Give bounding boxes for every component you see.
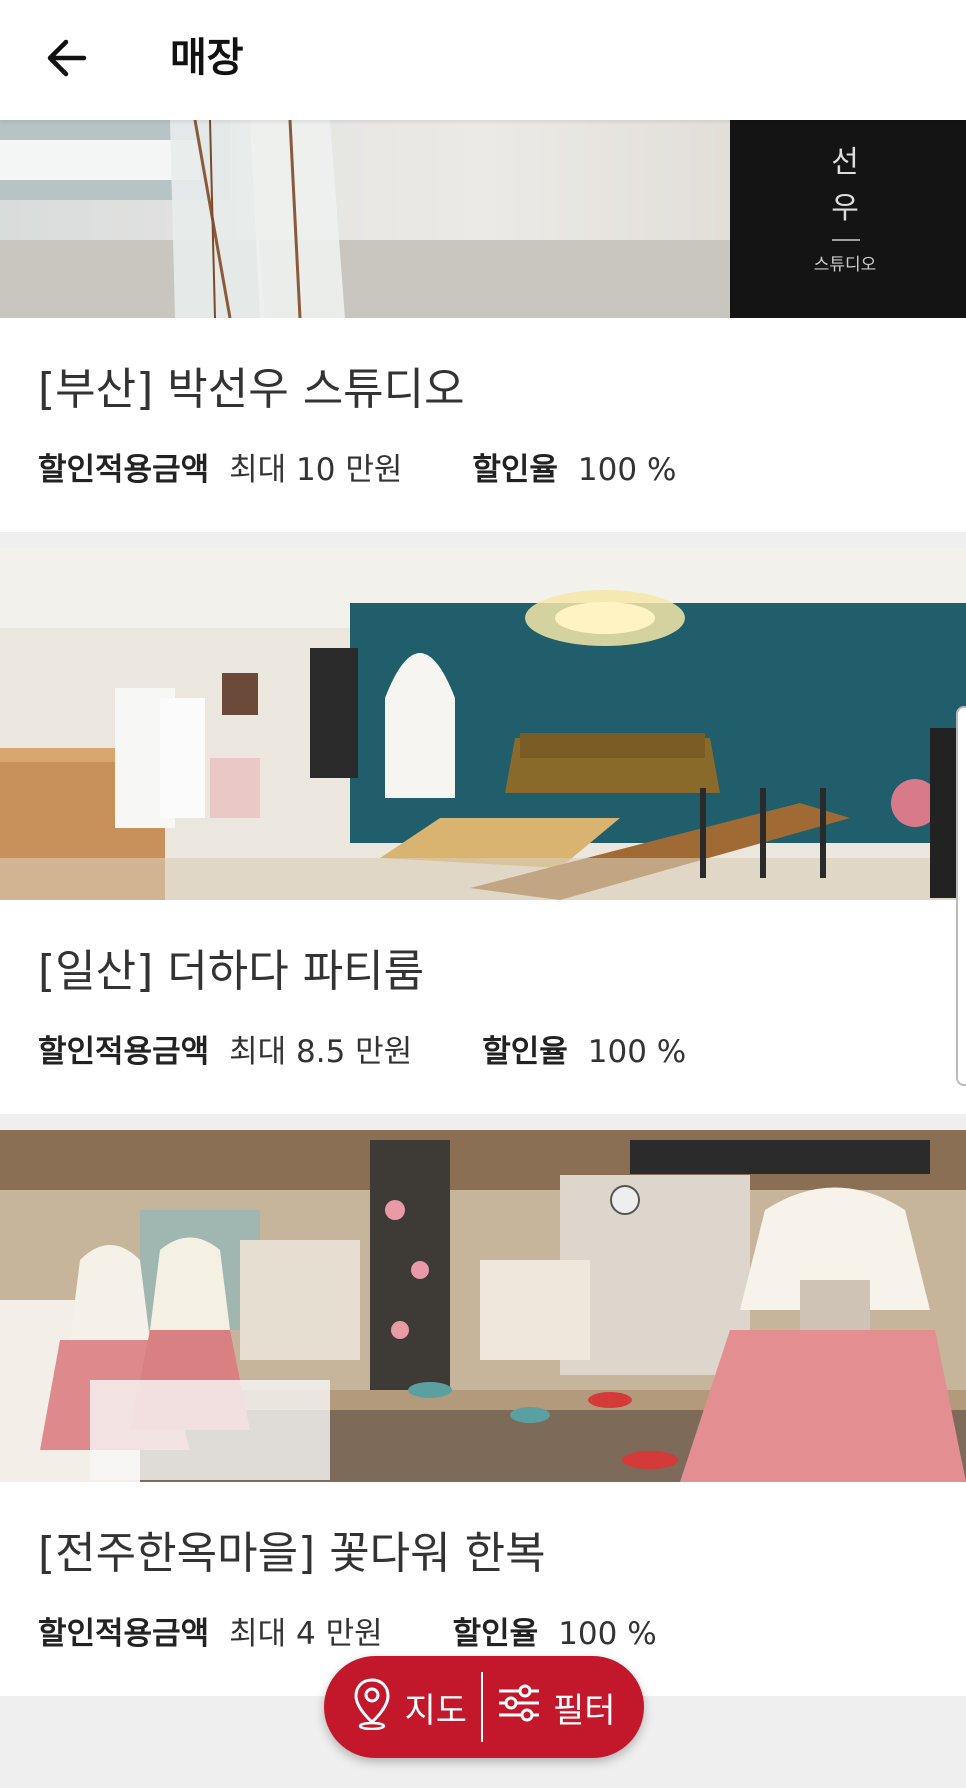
discount-amount-label: 할인적용금액 bbox=[38, 1616, 210, 1652]
filter-button-label: 필터 bbox=[553, 1690, 616, 1731]
store-title: [일산] 더하다 파티룸 bbox=[38, 946, 425, 997]
svg-text:스튜디오: 스튜디오 bbox=[814, 255, 877, 275]
page-title: 매장 bbox=[170, 35, 244, 81]
svg-text:선: 선 bbox=[831, 145, 859, 180]
store-image bbox=[0, 548, 966, 900]
map-button-label: 지도 bbox=[404, 1690, 467, 1731]
map-button[interactable]: 지도 bbox=[352, 1676, 467, 1739]
discount-amount-label: 할인적용금액 bbox=[38, 452, 210, 488]
scroll-handle[interactable] bbox=[956, 706, 966, 1086]
store-discount-info: 할인적용금액 최대 8.5 만원 할인율 100 % bbox=[38, 1026, 928, 1071]
store-title: [전주한옥마을] 꽃다워 한복 bbox=[38, 1528, 546, 1579]
store-card[interactable]: 선 우 스튜디오 [부산] 박선우 스튜디오 할인적용금액 최대 10 만원 할… bbox=[0, 120, 966, 532]
discount-amount-value: 최대 8.5 만원 bbox=[229, 1034, 413, 1070]
map-pin-icon bbox=[352, 1676, 404, 1739]
filter-button[interactable]: 필터 bbox=[497, 1683, 616, 1732]
store-image bbox=[0, 1130, 966, 1482]
store-card[interactable]: [전주한옥마을] 꽃다워 한복 할인적용금액 최대 4 만원 할인율 100 % bbox=[0, 1130, 966, 1696]
store-image: 선 우 스튜디오 bbox=[0, 120, 966, 318]
store-list: 선 우 스튜디오 [부산] 박선우 스튜디오 할인적용금액 최대 10 만원 할… bbox=[0, 120, 966, 1712]
discount-rate-value: 100 % bbox=[577, 452, 677, 488]
fab-divider bbox=[481, 1672, 483, 1742]
store-title: [부산] 박선우 스튜디오 bbox=[38, 364, 465, 415]
discount-rate-label: 할인율 bbox=[472, 452, 558, 488]
arrow-left-icon bbox=[44, 36, 88, 84]
svg-text:우: 우 bbox=[831, 191, 859, 226]
discount-amount-label: 할인적용금액 bbox=[38, 1034, 210, 1070]
discount-amount-value: 최대 4 만원 bbox=[229, 1616, 383, 1652]
discount-rate-label: 할인율 bbox=[482, 1034, 568, 1070]
store-discount-info: 할인적용금액 최대 4 만원 할인율 100 % bbox=[38, 1608, 928, 1653]
store-discount-info: 할인적용금액 최대 10 만원 할인율 100 % bbox=[38, 444, 928, 489]
discount-rate-value: 100 % bbox=[587, 1034, 687, 1070]
discount-rate-value: 100 % bbox=[558, 1616, 657, 1652]
sliders-icon bbox=[497, 1683, 553, 1732]
discount-amount-value: 최대 10 만원 bbox=[229, 452, 403, 488]
app-bar: 매장 bbox=[0, 0, 966, 120]
store-card[interactable]: [일산] 더하다 파티룸 할인적용금액 최대 8.5 만원 할인율 100 % bbox=[0, 548, 966, 1114]
back-button[interactable] bbox=[34, 28, 98, 92]
map-filter-pill: 지도 필터 bbox=[324, 1656, 644, 1758]
discount-rate-label: 할인율 bbox=[452, 1616, 539, 1652]
